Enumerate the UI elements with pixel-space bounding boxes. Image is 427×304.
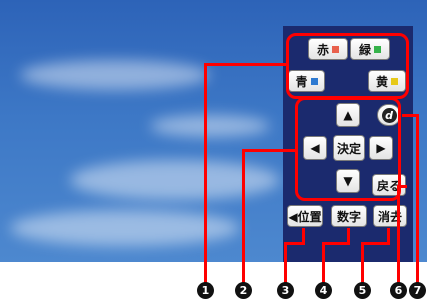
leader-line-5 — [361, 242, 390, 245]
cloud — [20, 60, 210, 90]
cloud — [150, 115, 270, 137]
leader-line-4 — [347, 228, 350, 245]
leader-line-6 — [397, 185, 400, 284]
leader-line-7 — [416, 114, 419, 284]
callout-4: 4 — [315, 282, 332, 299]
callout-6: 6 — [390, 282, 407, 299]
number-button-label: 数字 — [336, 209, 361, 224]
leader-line-4 — [322, 242, 325, 284]
leader-line-2 — [242, 149, 245, 284]
cloud — [70, 160, 280, 200]
callout-1: 1 — [197, 282, 214, 299]
color-keys-highlight — [286, 33, 409, 99]
leader-line-5 — [361, 242, 364, 284]
leader-line-6 — [397, 185, 407, 188]
leader-line-4 — [322, 242, 350, 245]
delete-button[interactable]: 消去 — [373, 205, 407, 227]
callout-3: 3 — [277, 282, 294, 299]
callout-7: 7 — [409, 282, 426, 299]
number-button[interactable]: 数字 — [331, 205, 367, 227]
callout-2: 2 — [235, 282, 252, 299]
dpad-highlight — [295, 97, 401, 201]
callout-5: 5 — [354, 282, 371, 299]
position-button-label: ◀位置 — [288, 209, 322, 224]
leader-line-1 — [204, 63, 288, 66]
leader-line-1 — [204, 63, 207, 284]
leader-line-3 — [302, 228, 305, 245]
leader-line-3 — [284, 242, 287, 284]
position-button[interactable]: ◀位置 — [287, 205, 323, 227]
leader-line-2 — [242, 149, 297, 152]
leader-line-5 — [387, 228, 390, 245]
